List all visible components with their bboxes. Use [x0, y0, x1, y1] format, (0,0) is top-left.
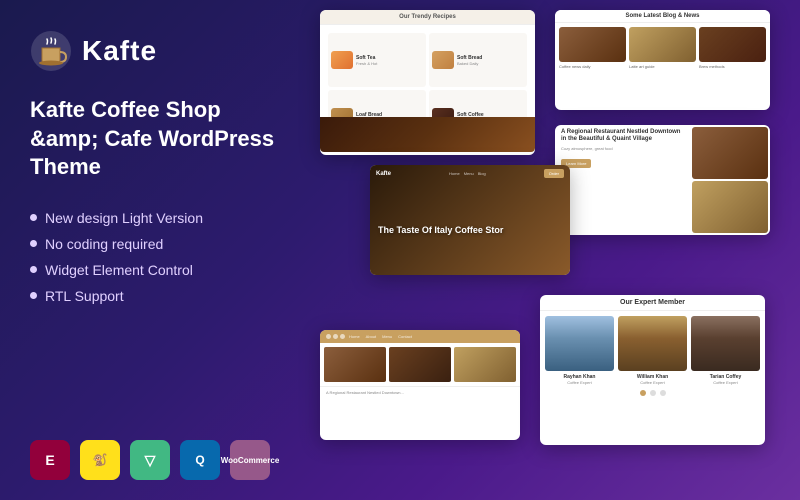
restaurant-images — [690, 125, 770, 235]
card-blog: Some Latest Blog & News Coffee news dail… — [555, 10, 770, 110]
recipe-item: Soft Bread Baked Daily — [429, 33, 527, 87]
logo-icon — [30, 30, 72, 72]
bottom-left-header: Home About Menu Contact — [320, 330, 520, 343]
theme-title: Kafte Coffee Shop &amp; Cafe WordPress T… — [30, 96, 290, 182]
feature-text: Widget Element Control — [45, 262, 193, 278]
team-member: William Khan Coffee Expert — [618, 316, 687, 385]
dot-icon — [640, 390, 646, 396]
restaurant-layout: A Regional Restaurant Nestled Downtown i… — [555, 125, 770, 235]
card-bottom-left: Home About Menu Contact A Regional Resta… — [320, 330, 520, 440]
badge-vue: ▽ — [130, 440, 170, 480]
blog-item: Coffee news daily — [559, 27, 626, 69]
hero-nav: Kafte Home Menu Blog Order — [370, 169, 570, 178]
recipes-header: Our Trendy Recipes — [320, 10, 535, 25]
dot-icon — [340, 334, 345, 339]
blog-image — [699, 27, 766, 62]
badge-woo: WooCommerce — [230, 440, 270, 480]
team-photo — [691, 316, 760, 371]
team-header: Our Expert Member — [540, 295, 765, 311]
team-grid: Rayhan Khan Coffee Expert William Khan C… — [540, 311, 765, 390]
restaurant-image — [692, 127, 768, 179]
bottom-image — [454, 347, 516, 382]
screenshots-area: Our Trendy Recipes Soft Tea Fresh & Hot … — [310, 10, 785, 490]
bottom-image — [389, 347, 451, 382]
team-photo — [618, 316, 687, 371]
recipe-item: Soft Tea Fresh & Hot — [328, 33, 426, 87]
bottom-image — [324, 347, 386, 382]
badge-mailchimp: 🐒 — [80, 440, 120, 480]
badges-area: E 🐒 ▽ Q WooCommerce — [30, 440, 290, 480]
features-list: New design Light Version No coding requi… — [30, 210, 290, 314]
card-restaurant: A Regional Restaurant Nestled Downtown i… — [555, 125, 770, 235]
dot-icon — [660, 390, 666, 396]
card-hero: Kafte Home Menu Blog Order The Taste Of … — [370, 165, 570, 275]
card-team: Our Expert Member Rayhan Khan Coffee Exp… — [540, 295, 765, 445]
blog-image — [559, 27, 626, 62]
feature-item: New design Light Version — [30, 210, 290, 226]
feature-item: RTL Support — [30, 288, 290, 304]
blog-header: Some Latest Blog & News — [555, 10, 770, 23]
card-recipes: Our Trendy Recipes Soft Tea Fresh & Hot … — [320, 10, 535, 155]
feature-text: New design Light Version — [45, 210, 203, 226]
team-member: Tarian Coffey Coffee Expert — [691, 316, 760, 385]
feature-item: Widget Element Control — [30, 262, 290, 278]
dot-icon — [650, 390, 656, 396]
bottom-content — [320, 343, 520, 386]
dot-icon — [326, 334, 331, 339]
blog-image — [629, 27, 696, 62]
recipe-image — [331, 51, 353, 69]
bottom-footer: A Regional Restaurant Nestled Downtown..… — [320, 386, 520, 398]
feature-item: No coding required — [30, 236, 290, 252]
badge-elementor: E — [30, 440, 70, 480]
blog-item: Latte art guide — [629, 27, 696, 69]
bullet-icon — [30, 292, 37, 299]
left-panel: Kafte Kafte Coffee Shop &amp; Cafe WordP… — [0, 0, 320, 500]
bullet-icon — [30, 214, 37, 221]
badge-query: Q — [180, 440, 220, 480]
recipe-image — [432, 51, 454, 69]
logo-area: Kafte — [30, 30, 290, 72]
brand-name: Kafte — [82, 35, 157, 67]
recipes-bottom-image — [320, 117, 535, 152]
blog-grid: Coffee news daily Latte art guide Brew m… — [555, 23, 770, 73]
feature-text: RTL Support — [45, 288, 124, 304]
bullet-icon — [30, 240, 37, 247]
hero-background: Kafte Home Menu Blog Order The Taste Of … — [370, 165, 570, 275]
team-photo — [545, 316, 614, 371]
dot-icon — [333, 334, 338, 339]
bullet-icon — [30, 266, 37, 273]
restaurant-image — [692, 181, 768, 233]
feature-text: No coding required — [45, 236, 163, 252]
blog-item: Brew methods — [699, 27, 766, 69]
team-member: Rayhan Khan Coffee Expert — [545, 316, 614, 385]
restaurant-text: A Regional Restaurant Nestled Downtown i… — [555, 125, 690, 235]
